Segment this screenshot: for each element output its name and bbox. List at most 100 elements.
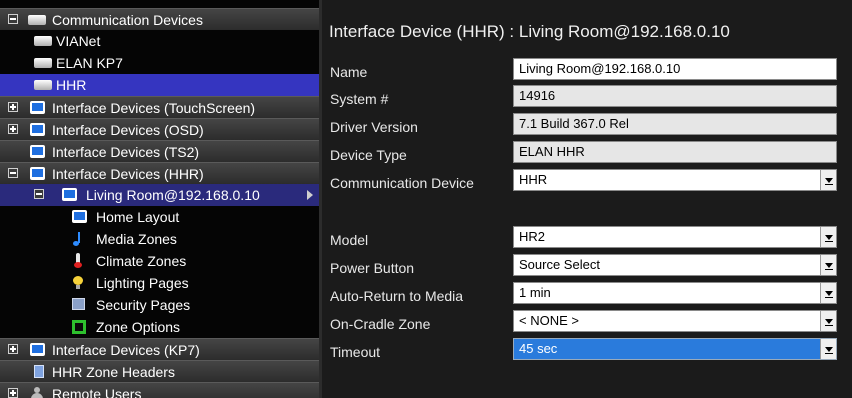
monitor-icon bbox=[30, 145, 45, 158]
tree-item-interface-devices-ts2[interactable]: Interface Devices (TS2) bbox=[0, 140, 319, 162]
dropdown-arrow-icon[interactable] bbox=[820, 255, 836, 275]
tree-item-label: Climate Zones bbox=[96, 253, 187, 269]
comm-device-icon bbox=[34, 58, 52, 68]
expand-toggle[interactable] bbox=[8, 388, 18, 398]
timeout-value: 45 sec bbox=[519, 341, 558, 356]
tree-item-remote-users[interactable]: Remote Users bbox=[0, 382, 319, 398]
communication-device-value: HHR bbox=[519, 172, 548, 187]
tree-item-label: Living Room@192.168.0.10 bbox=[86, 187, 260, 203]
timeout-label: Timeout bbox=[330, 344, 381, 360]
thermometer-icon bbox=[74, 253, 82, 268]
driver-version-field: 7.1 Build 367.0 Rel bbox=[513, 113, 837, 135]
tree-item-label: Communication Devices bbox=[52, 12, 203, 28]
dropdown-arrow-icon[interactable] bbox=[820, 339, 836, 359]
tree-item-security-pages[interactable]: Security Pages bbox=[0, 294, 319, 316]
tree-item-label: Lighting Pages bbox=[96, 275, 189, 291]
tree-item-zone-options[interactable]: Zone Options bbox=[0, 316, 319, 338]
power-button-value: Source Select bbox=[519, 257, 600, 272]
communication-device-select[interactable]: HHR bbox=[513, 169, 837, 191]
model-value: HR2 bbox=[519, 229, 546, 244]
tree-item-label: Interface Devices (TouchScreen) bbox=[52, 100, 256, 116]
tree-item-label: Media Zones bbox=[96, 231, 177, 247]
system-number-field: 14916 bbox=[513, 85, 837, 107]
panel-title: Interface Device (HHR) : Living Room@192… bbox=[329, 22, 730, 41]
tree-item-label: Interface Devices (KP7) bbox=[52, 342, 200, 358]
tree-item-hhr[interactable]: HHR bbox=[0, 74, 319, 96]
dropdown-arrow-icon[interactable] bbox=[820, 227, 836, 247]
user-icon bbox=[31, 387, 43, 398]
tree-item-label: VIANet bbox=[56, 33, 101, 49]
device-tree[interactable]: Communication Devices VIANet ELAN KP7 HH… bbox=[0, 0, 322, 398]
monitor-icon bbox=[30, 101, 45, 114]
driver-version-label: Driver Version bbox=[330, 119, 418, 135]
tree-item-vianet[interactable]: VIANet bbox=[0, 30, 319, 52]
tree-item-interface-devices-kp7[interactable]: Interface Devices (KP7) bbox=[0, 338, 319, 360]
on-cradle-zone-label: On-Cradle Zone bbox=[330, 316, 431, 332]
tree-item-media-zones[interactable]: Media Zones bbox=[0, 228, 319, 250]
comm-device-icon bbox=[34, 36, 52, 46]
tree-item-label: Interface Devices (OSD) bbox=[52, 122, 204, 138]
timeout-select[interactable]: 45 sec bbox=[513, 338, 837, 360]
tree-item-label: HHR Zone Headers bbox=[52, 364, 175, 380]
expand-toggle[interactable] bbox=[8, 102, 18, 112]
tree-item-communication-devices[interactable]: Communication Devices bbox=[0, 8, 319, 30]
collapse-toggle[interactable] bbox=[8, 168, 18, 178]
comm-device-icon bbox=[28, 15, 46, 25]
power-button-label: Power Button bbox=[330, 260, 415, 276]
tree-item-lighting-pages[interactable]: Lighting Pages bbox=[0, 272, 319, 294]
tree-item-living-room[interactable]: Living Room@192.168.0.10 bbox=[0, 184, 319, 206]
tree-item-label: Interface Devices (TS2) bbox=[52, 144, 200, 160]
tree-item-interface-devices-hhr[interactable]: Interface Devices (HHR) bbox=[0, 162, 319, 184]
device-type-label: Device Type bbox=[330, 147, 407, 163]
properties-panel: Interface Device (HHR) : Living Room@192… bbox=[322, 0, 852, 398]
header-icon bbox=[34, 365, 44, 378]
tree-item-label: Security Pages bbox=[96, 297, 191, 313]
model-select[interactable]: HR2 bbox=[513, 226, 837, 248]
system-number-label: System # bbox=[330, 91, 389, 107]
name-label: Name bbox=[330, 64, 368, 80]
model-label: Model bbox=[330, 232, 369, 248]
auto-return-value: 1 min bbox=[519, 285, 551, 300]
expand-toggle[interactable] bbox=[8, 344, 18, 354]
name-field[interactable]: Living Room@192.168.0.10 bbox=[513, 58, 837, 80]
monitor-icon bbox=[30, 343, 45, 356]
zone-options-icon bbox=[72, 320, 86, 334]
monitor-icon bbox=[30, 123, 45, 136]
light-bulb-icon bbox=[73, 276, 83, 289]
tree-item-home-layout[interactable]: Home Layout bbox=[0, 206, 319, 228]
tree-item-hhr-zone-headers[interactable]: HHR Zone Headers bbox=[0, 360, 319, 382]
tree-item-elan-kp7[interactable]: ELAN KP7 bbox=[0, 52, 319, 74]
driver-version-value: 7.1 Build 367.0 Rel bbox=[519, 116, 629, 131]
communication-device-label: Communication Device bbox=[330, 175, 474, 191]
tree-item-climate-zones[interactable]: Climate Zones bbox=[0, 250, 319, 272]
device-type-value: ELAN HHR bbox=[519, 144, 585, 159]
tree-item-label: Home Layout bbox=[96, 209, 180, 225]
music-note-icon bbox=[72, 232, 82, 246]
power-button-select[interactable]: Source Select bbox=[513, 254, 837, 276]
tree-item-label: ELAN KP7 bbox=[56, 55, 123, 71]
collapse-toggle[interactable] bbox=[8, 14, 18, 24]
tree-item-interface-devices-osd[interactable]: Interface Devices (OSD) bbox=[0, 118, 319, 140]
on-cradle-zone-select[interactable]: < NONE > bbox=[513, 310, 837, 332]
tree-item-label: HHR bbox=[56, 77, 87, 93]
dropdown-arrow-icon[interactable] bbox=[820, 170, 836, 190]
tree-item-label: Interface Devices (HHR) bbox=[52, 166, 204, 182]
comm-device-icon bbox=[34, 80, 52, 90]
device-type-field: ELAN HHR bbox=[513, 141, 837, 163]
security-icon bbox=[72, 298, 85, 310]
dropdown-arrow-icon[interactable] bbox=[820, 283, 836, 303]
dropdown-arrow-icon[interactable] bbox=[820, 311, 836, 331]
auto-return-label: Auto-Return to Media bbox=[330, 288, 464, 304]
on-cradle-zone-value: < NONE > bbox=[519, 313, 579, 328]
collapse-toggle[interactable] bbox=[34, 189, 44, 199]
submenu-arrow-icon[interactable] bbox=[307, 190, 313, 200]
system-number-value: 14916 bbox=[519, 88, 556, 103]
auto-return-select[interactable]: 1 min bbox=[513, 282, 837, 304]
monitor-icon bbox=[72, 210, 87, 223]
tree-item-label: Zone Options bbox=[96, 319, 181, 335]
monitor-icon bbox=[62, 188, 77, 201]
name-value: Living Room@192.168.0.10 bbox=[519, 61, 681, 76]
monitor-icon bbox=[30, 167, 45, 180]
tree-item-interface-devices-touchscreen[interactable]: Interface Devices (TouchScreen) bbox=[0, 96, 319, 118]
expand-toggle[interactable] bbox=[8, 124, 18, 134]
